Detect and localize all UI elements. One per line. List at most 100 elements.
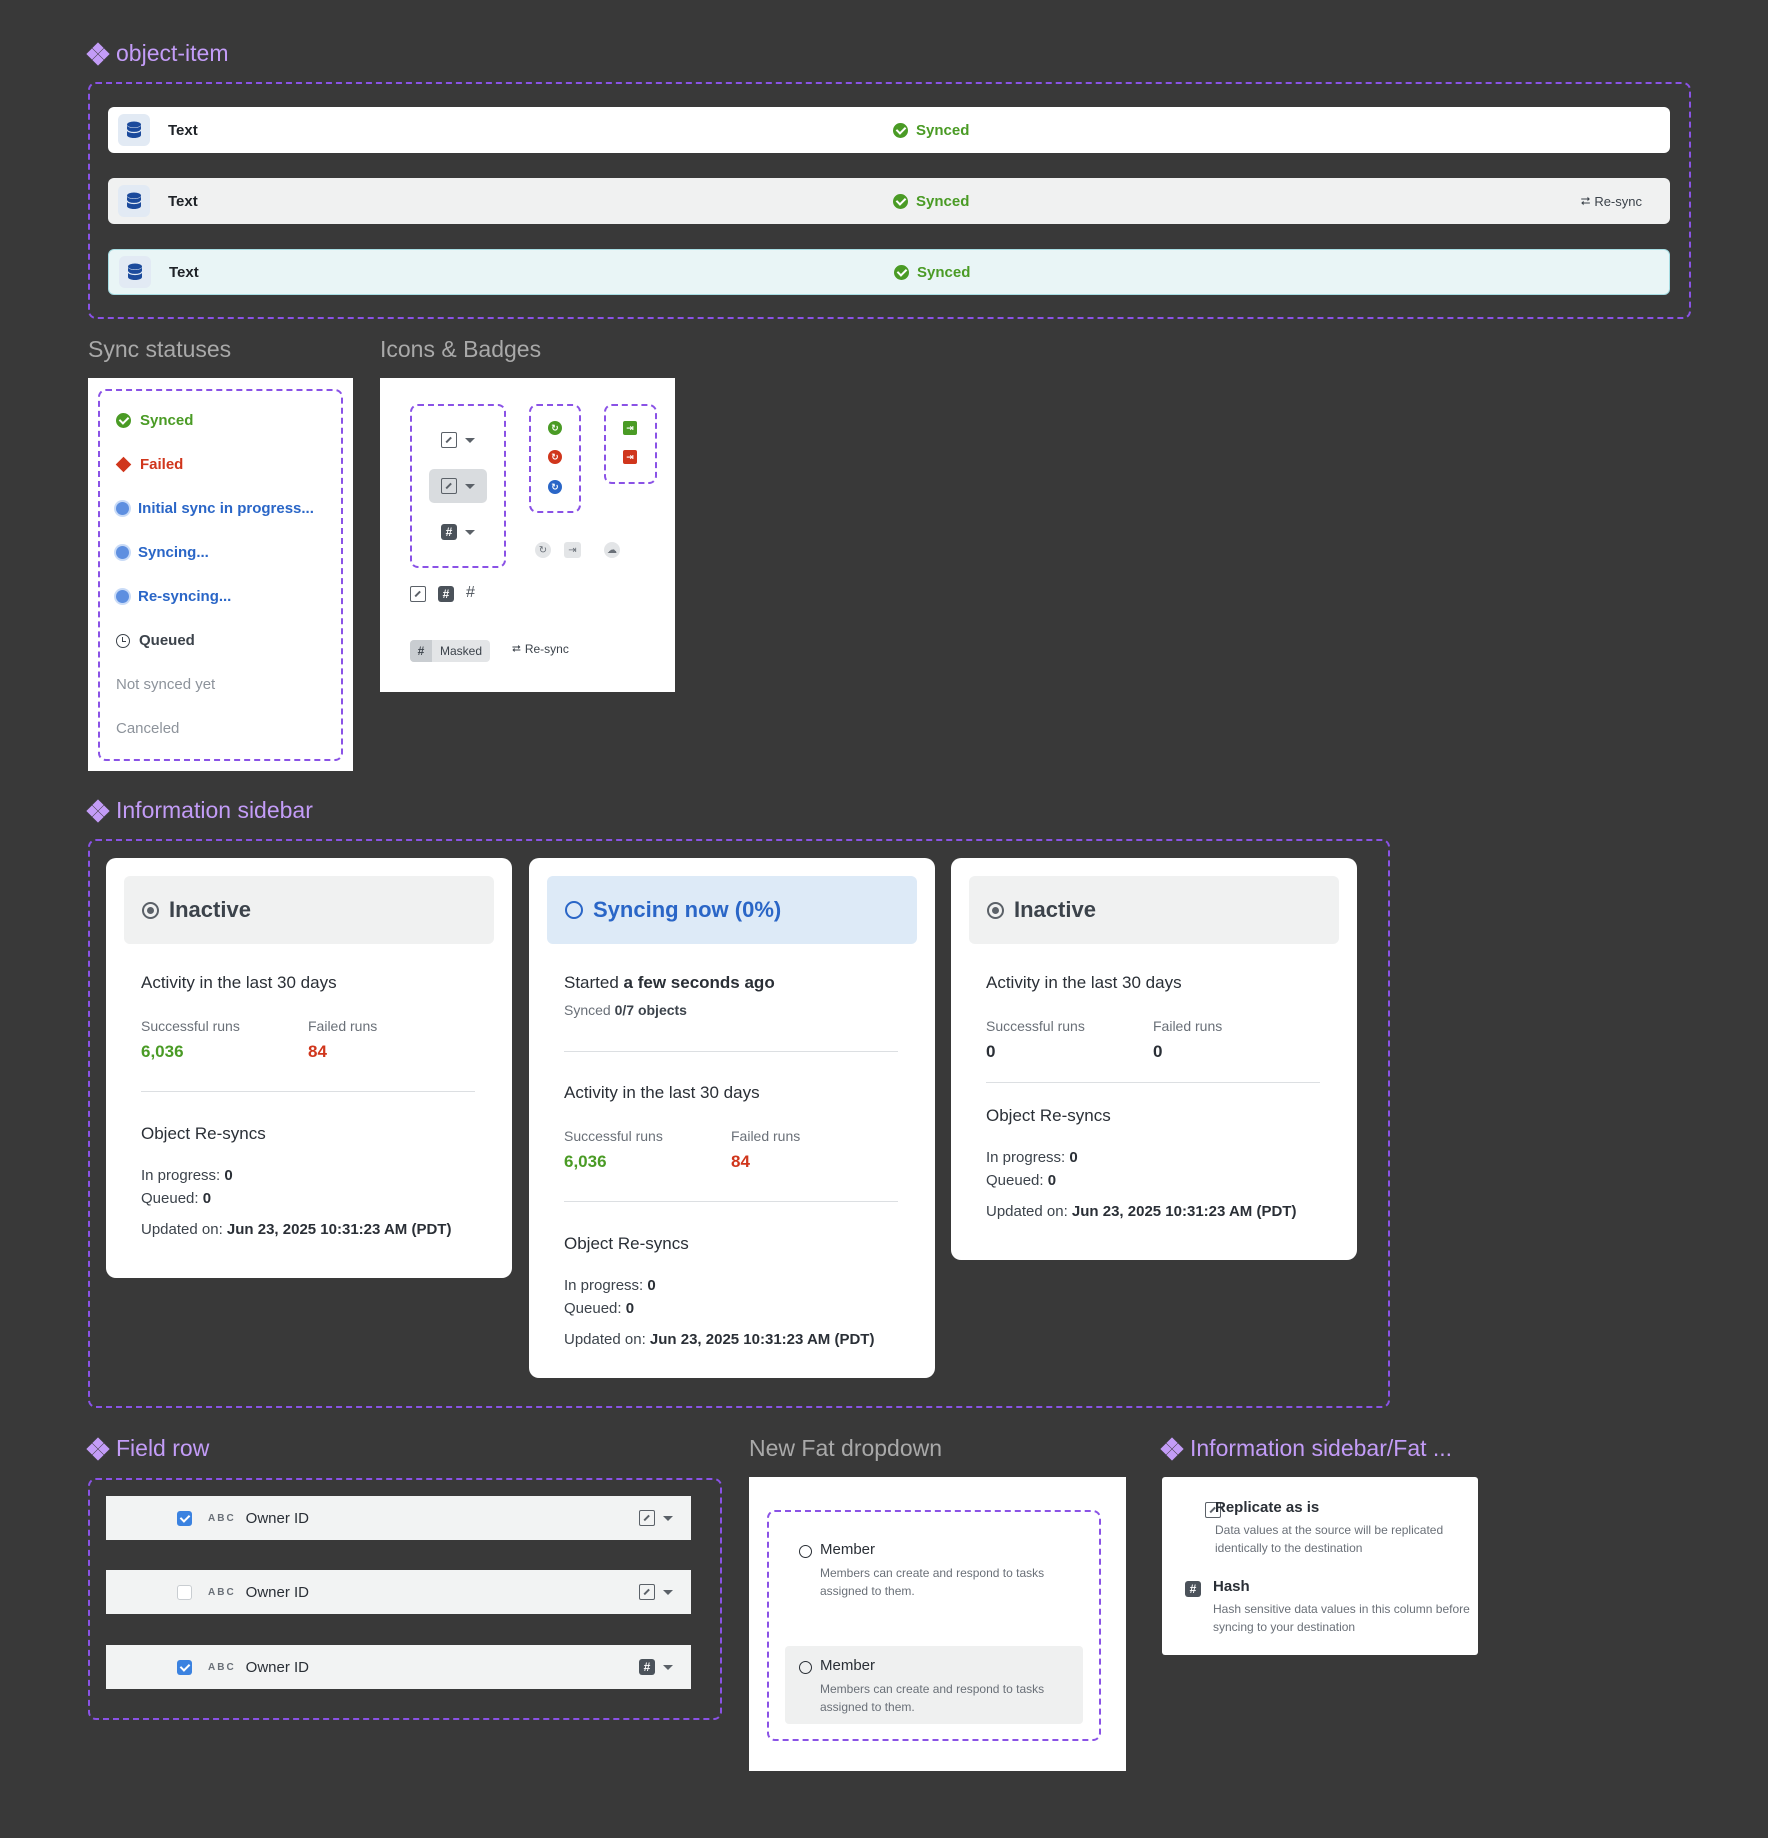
hash-icon: # bbox=[639, 1659, 655, 1675]
chevron-down-icon bbox=[465, 483, 475, 489]
section-title-sync-statuses: Sync statuses bbox=[88, 336, 232, 362]
sync-error-icon: ↻ bbox=[548, 450, 562, 464]
resync-icon: ⮂ bbox=[512, 642, 521, 655]
sync-statuses-frame bbox=[98, 389, 343, 761]
status-failed: Failed bbox=[115, 456, 183, 473]
chevron-down-icon bbox=[465, 437, 475, 443]
field-checkbox[interactable] bbox=[177, 1510, 192, 1526]
chevron-down-icon bbox=[663, 1664, 673, 1670]
hash-icon: # bbox=[1185, 1581, 1201, 1597]
chevron-down-icon bbox=[663, 1515, 673, 1521]
status-initial-sync: Initial sync in progress... bbox=[116, 500, 314, 517]
field-row-unchecked[interactable]: ABC Owner ID bbox=[106, 1570, 691, 1614]
status-not-synced: Not synced yet bbox=[116, 676, 216, 693]
successful-runs-value: 6,036 bbox=[564, 1152, 607, 1171]
status-canceled: Canceled bbox=[116, 720, 180, 737]
object-item-name: Text bbox=[168, 121, 198, 139]
queued-line: Queued: 0 bbox=[141, 1190, 212, 1207]
object-item-row-selected[interactable]: Text Synced bbox=[108, 249, 1670, 295]
info-card-syncing: Syncing now (0%) Started a few seconds a… bbox=[529, 858, 935, 1378]
synced-objects-line: Synced 0/7 objects bbox=[564, 1002, 687, 1018]
synced-status: Synced bbox=[893, 193, 969, 210]
resync-icon: ⮂ bbox=[1580, 193, 1591, 208]
cloud-icon: ☁ bbox=[604, 542, 620, 558]
resyncs-heading: Object Re-syncs bbox=[564, 1234, 689, 1253]
object-item-name: Text bbox=[169, 263, 199, 281]
check-circle-icon bbox=[894, 264, 909, 280]
replicate-dropdown-active[interactable] bbox=[429, 469, 487, 503]
check-circle-icon bbox=[893, 193, 908, 209]
field-type-label: ABC bbox=[208, 1512, 236, 1524]
radio-button[interactable] bbox=[799, 1661, 812, 1674]
resyncs-heading: Object Re-syncs bbox=[141, 1124, 266, 1143]
inactive-icon bbox=[987, 901, 1004, 919]
successful-runs-value: 0 bbox=[986, 1042, 996, 1061]
info-card-inactive-empty: Inactive Activity in the last 30 days Su… bbox=[951, 858, 1357, 1260]
section-title-information-sidebar: Information sidebar bbox=[86, 797, 313, 824]
field-type-label: ABC bbox=[208, 1586, 236, 1598]
check-circle-icon bbox=[116, 413, 131, 428]
field-checkbox[interactable] bbox=[177, 1584, 192, 1600]
synced-status: Synced bbox=[894, 264, 970, 281]
object-item-row-hover[interactable]: Text Synced ⮂ Re-sync bbox=[108, 178, 1670, 224]
database-icon bbox=[118, 114, 150, 146]
replicate-dropdown[interactable] bbox=[429, 423, 487, 457]
sync-in-error-icon: ⇥ bbox=[623, 450, 637, 464]
started-line: Started a few seconds ago bbox=[564, 973, 775, 992]
section-title-field-row: Field row bbox=[86, 1435, 209, 1462]
field-name: Owner ID bbox=[245, 1509, 310, 1527]
queued-line: Queued: 0 bbox=[564, 1300, 635, 1317]
refresh-icon: ↻ bbox=[535, 542, 551, 558]
section-title-icons-badges: Icons & Badges bbox=[380, 336, 542, 362]
field-mode-dropdown[interactable] bbox=[639, 1584, 673, 1600]
section-title-fat-dropdown: New Fat dropdown bbox=[749, 1435, 943, 1461]
fat-item-description: Hash sensitive data values in this colum… bbox=[1213, 1602, 1470, 1634]
status-synced: Synced bbox=[116, 412, 193, 429]
section-title-info-sidebar-fat: Information sidebar/Fat ... bbox=[1160, 1435, 1452, 1462]
failed-runs-value: 84 bbox=[731, 1152, 750, 1171]
progress-dot-icon bbox=[116, 590, 129, 603]
successful-runs-value: 6,036 bbox=[141, 1042, 184, 1061]
fat-item-description: Data values at the source will be replic… bbox=[1215, 1523, 1444, 1555]
component-icon bbox=[86, 1436, 110, 1461]
database-icon bbox=[119, 256, 151, 288]
replicate-icon bbox=[410, 586, 426, 602]
field-checkbox[interactable] bbox=[177, 1659, 192, 1675]
status-queued: Queued bbox=[116, 632, 195, 649]
progress-ring-icon bbox=[565, 901, 583, 919]
resync-badge[interactable]: ⮂ Re-sync bbox=[512, 642, 569, 656]
in-progress-line: In progress: 0 bbox=[141, 1167, 233, 1184]
radio-button[interactable] bbox=[799, 1545, 812, 1558]
component-icon bbox=[86, 41, 110, 66]
field-row-hashed[interactable]: ABC Owner ID # bbox=[106, 1645, 691, 1689]
component-icon bbox=[1160, 1436, 1184, 1461]
replicate-icon bbox=[441, 478, 457, 494]
option-description: Members can create and respond to tasks … bbox=[820, 1566, 1045, 1598]
in-progress-line: In progress: 0 bbox=[986, 1149, 1078, 1166]
queued-line: Queued: 0 bbox=[986, 1172, 1057, 1189]
section-title-object-item: object-item bbox=[86, 40, 228, 67]
card-status-header: Inactive bbox=[969, 876, 1339, 944]
field-mode-dropdown[interactable] bbox=[639, 1510, 673, 1526]
field-row-checked[interactable]: ABC Owner ID bbox=[106, 1496, 691, 1540]
updated-line: Updated on: Jun 23, 2025 10:31:23 AM (PD… bbox=[986, 1203, 1297, 1220]
divider bbox=[986, 1082, 1320, 1083]
check-circle-icon bbox=[893, 122, 908, 138]
error-diamond-icon bbox=[115, 456, 132, 473]
divider bbox=[564, 1051, 898, 1052]
replicate-icon bbox=[639, 1510, 655, 1526]
status-syncing: Syncing... bbox=[116, 544, 209, 561]
dropdown-option-hover[interactable]: Member Members can create and respond to… bbox=[785, 1646, 1083, 1724]
resync-button[interactable]: ⮂ Re-sync bbox=[1581, 194, 1642, 209]
option-title: Member bbox=[820, 1541, 876, 1558]
hash-dropdown[interactable]: # bbox=[429, 515, 487, 549]
dropdown-option[interactable]: Member Members can create and respond to… bbox=[785, 1530, 1083, 1606]
field-mode-dropdown[interactable]: # bbox=[639, 1659, 673, 1675]
object-item-row[interactable]: Text Synced bbox=[108, 107, 1670, 153]
chevron-down-icon bbox=[465, 529, 475, 535]
field-type-label: ABC bbox=[208, 1661, 236, 1673]
hash-icon: # bbox=[410, 640, 432, 662]
component-icon bbox=[86, 798, 110, 823]
divider bbox=[564, 1201, 898, 1202]
hash-filled-icon: # bbox=[438, 586, 454, 602]
